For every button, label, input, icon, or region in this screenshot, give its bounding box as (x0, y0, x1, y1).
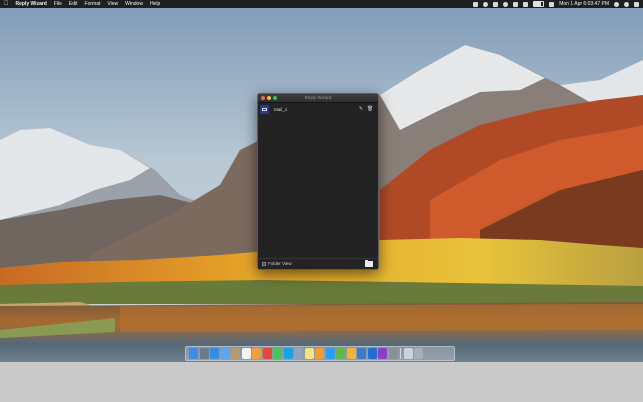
safari-icon[interactable] (210, 348, 219, 359)
menu-edit[interactable]: Edit (69, 0, 78, 8)
window-footer: Folder View (258, 258, 378, 269)
flag-icon[interactable] (549, 1, 555, 7)
chrome-icon[interactable] (262, 348, 272, 359)
battery-icon[interactable] (533, 1, 545, 7)
notes-icon[interactable] (304, 348, 314, 359)
downloads-folder-icon[interactable] (403, 348, 413, 359)
launchpad-icon[interactable] (199, 348, 209, 359)
messages-icon[interactable] (273, 348, 282, 359)
notification-center-icon[interactable] (634, 1, 639, 7)
wifi-icon[interactable] (513, 1, 519, 7)
preview-icon[interactable] (294, 348, 303, 359)
bluetooth-icon[interactable] (493, 1, 499, 7)
siri-icon[interactable] (624, 1, 629, 7)
apple-menu-icon[interactable]:  (4, 0, 9, 8)
app-store-icon[interactable] (325, 348, 335, 359)
menu-bar:  Reply Wizard File Edit Format View Win… (0, 0, 643, 8)
photos-icon[interactable] (252, 348, 261, 359)
folder-view-label[interactable]: Folder View (268, 259, 292, 269)
timemachine-icon[interactable] (503, 1, 509, 7)
trash-icon[interactable]: 🗑 (367, 106, 373, 113)
menu-format[interactable]: Format (85, 0, 101, 8)
podcasts-icon[interactable] (378, 348, 387, 359)
chrome-alt-icon[interactable] (346, 348, 356, 359)
skype-icon[interactable] (283, 348, 293, 359)
search-icon[interactable] (614, 1, 619, 7)
pages-icon[interactable] (315, 348, 324, 359)
trash-icon[interactable] (414, 348, 423, 359)
menu-window[interactable]: Window (125, 0, 143, 8)
mail-icon[interactable] (220, 348, 230, 359)
bottom-gray-strip (0, 362, 643, 402)
reply-wizard-window: Reply Wizard Mail_1 ✎ 🗑 Folder View (257, 93, 379, 270)
open-folder-icon[interactable] (365, 260, 373, 267)
list-item[interactable]: Mail_1 ✎ 🗑 (260, 105, 375, 114)
window-titlebar[interactable]: Reply Wizard (258, 94, 378, 103)
menu-view[interactable]: View (107, 0, 118, 8)
menu-help[interactable]: Help (150, 0, 160, 8)
folder-view-checkbox[interactable] (262, 262, 266, 266)
dock (185, 346, 455, 361)
textwrangler-icon[interactable] (357, 348, 366, 359)
dock-separator (400, 348, 401, 359)
menu-clock[interactable]: Mon 1 Apr 6:03:47 PM (559, 0, 609, 8)
mail-icon (260, 105, 269, 114)
maps-icon[interactable] (336, 348, 345, 359)
calendar-icon[interactable] (241, 348, 251, 359)
menu-app-name[interactable]: Reply Wizard (16, 0, 47, 8)
window-title: Reply Wizard (304, 95, 332, 100)
system-preferences-icon[interactable] (388, 348, 398, 359)
finder-icon[interactable] (189, 348, 198, 359)
dropbox-icon[interactable] (473, 1, 479, 7)
evernote-icon[interactable] (483, 1, 489, 7)
menu-file[interactable]: File (54, 0, 62, 8)
mail-item-label: Mail_1 (274, 107, 288, 112)
xcode-icon[interactable] (367, 348, 377, 359)
volume-icon[interactable] (523, 1, 529, 7)
edit-pencil-icon[interactable]: ✎ (358, 106, 364, 113)
contacts-icon[interactable] (231, 348, 240, 359)
